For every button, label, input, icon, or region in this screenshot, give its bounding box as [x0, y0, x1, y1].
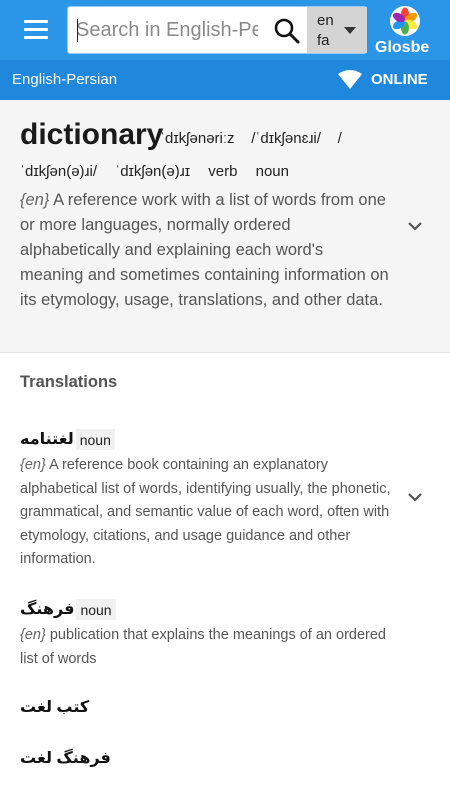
entry-definition: {en} A reference work with a list of wor… — [20, 188, 390, 313]
translation-term[interactable]: فرهنگ لغت — [20, 748, 111, 768]
search-box: en fa — [67, 6, 367, 54]
chevron-down-icon[interactable] — [407, 221, 423, 231]
online-status: ONLINE — [371, 71, 428, 88]
menu-icon[interactable] — [24, 20, 48, 39]
glosbe-logo: Glosbe — [370, 4, 442, 58]
dropdown-arrow-icon — [344, 27, 356, 34]
translations-heading: Translations — [20, 373, 118, 391]
translation-term[interactable]: کتب لغت — [20, 697, 89, 717]
search-icon[interactable] — [272, 16, 302, 46]
brand-name: Glosbe — [375, 39, 430, 56]
text-cursor — [77, 19, 78, 42]
part-of-speech: noun — [75, 428, 115, 450]
translation-term: فرهنگ — [20, 601, 75, 618]
language-select[interactable]: en fa — [307, 7, 367, 53]
part-of-speech: verb — [208, 163, 238, 180]
ipa: /ˈdɪkʃənɛɹi/ — [251, 130, 321, 147]
definition-language: {en} — [20, 191, 50, 209]
search-input[interactable] — [76, 15, 258, 45]
part-of-speech: noun — [76, 598, 116, 620]
translation-item[interactable]: لغتنامه noun {en} A reference book conta… — [20, 426, 392, 572]
flower-logo-icon — [390, 6, 420, 36]
definition-language: {en} — [20, 457, 46, 473]
dictionary-entry: dictionary ˈdɪkʃənəriːz /ˈdɪkʃənɛɹi/ / ˈ… — [0, 100, 450, 353]
translation-term: لغتنامه — [20, 431, 74, 448]
definition-text: publication that explains the meanings o… — [20, 627, 387, 667]
chevron-down-icon[interactable] — [407, 492, 423, 502]
language-status-bar: English-Persian ONLINE — [0, 60, 450, 100]
definition-text: A reference work with a list of words fr… — [20, 191, 389, 309]
app-bar: en fa Glosbe — [0, 0, 450, 60]
ipa: ˈdɪkʃən(ə)ɹi/ — [20, 163, 98, 180]
language-pair-label: English-Persian — [12, 71, 118, 88]
translation-item[interactable]: فرهنگ noun {en} publication that explain… — [20, 596, 392, 671]
pronunciation-line: ˈdɪkʃənəriːz /ˈdɪkʃənɛɹi/ / — [160, 130, 342, 147]
translation-definition: {en} publication that explains the meani… — [20, 624, 392, 671]
part-of-speech: noun — [255, 163, 289, 180]
definition-language: {en} — [20, 627, 46, 643]
ipa: ˈdɪkʃənəriːz — [160, 130, 235, 147]
definition-text: A reference book containing an explanato… — [20, 457, 391, 567]
ipa: ˈdɪkʃən(ə)ɹɪ — [115, 163, 191, 180]
headword: dictionary — [20, 118, 164, 151]
pronunciation-line: ˈdɪkʃən(ə)ɹi/ ˈdɪkʃən(ə)ɹɪ verb noun — [20, 163, 289, 180]
lang-to: fa — [317, 32, 330, 49]
translation-definition: {en} A reference book containing an expl… — [20, 454, 392, 572]
wifi-icon — [338, 70, 362, 89]
ipa-separator: / — [337, 130, 342, 147]
lang-from: en — [317, 12, 334, 29]
